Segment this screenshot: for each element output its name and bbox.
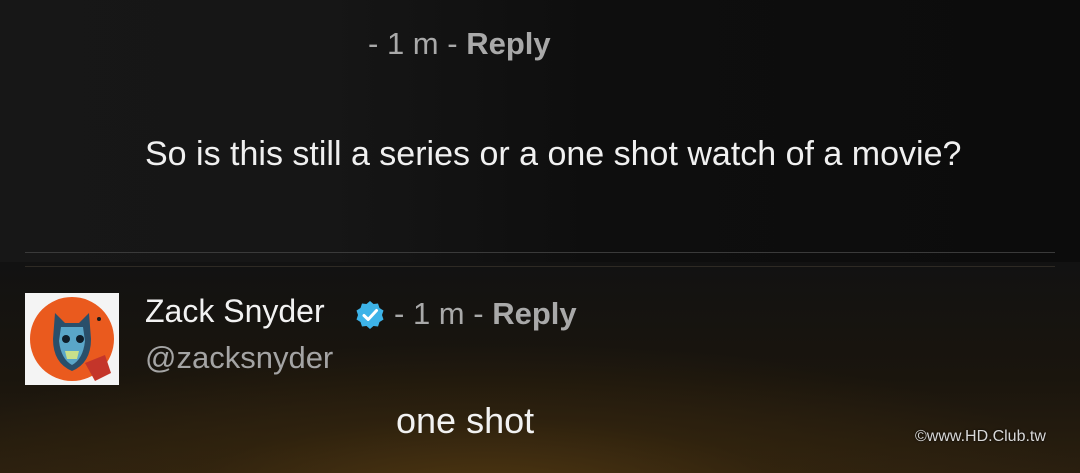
avatar[interactable]	[25, 293, 119, 385]
top-comment-text: So is this still a series or a one shot …	[145, 135, 962, 173]
reply-comment-separator-prefix: -	[394, 296, 413, 331]
avatar-image	[25, 293, 119, 385]
top-comment-reply-button[interactable]: Reply	[466, 26, 550, 61]
watermark: ©www.HD.Club.tw	[915, 428, 1046, 445]
reply-comment-timestamp: 1 m	[412, 296, 465, 331]
verified-badge-icon	[356, 301, 384, 329]
reply-comment-reply-button[interactable]: Reply	[492, 296, 576, 331]
reply-comment-meta: - 1 m - Reply	[394, 296, 577, 332]
top-comment-timestamp: 1 m	[386, 26, 439, 61]
reply-comment-separator-suffix: -	[464, 296, 493, 331]
reply-handle[interactable]: @zacksnyder	[145, 340, 333, 376]
reply-username[interactable]: Zack Snyder	[145, 293, 325, 330]
comment-divider-secondary	[25, 266, 1055, 267]
comment-divider	[25, 252, 1055, 253]
top-comment-separator-suffix: -	[438, 26, 467, 61]
top-comment-meta: - 1 m - Reply	[368, 26, 551, 62]
reply-comment-text: one shot	[396, 400, 535, 441]
top-comment-separator-prefix: -	[368, 26, 387, 61]
